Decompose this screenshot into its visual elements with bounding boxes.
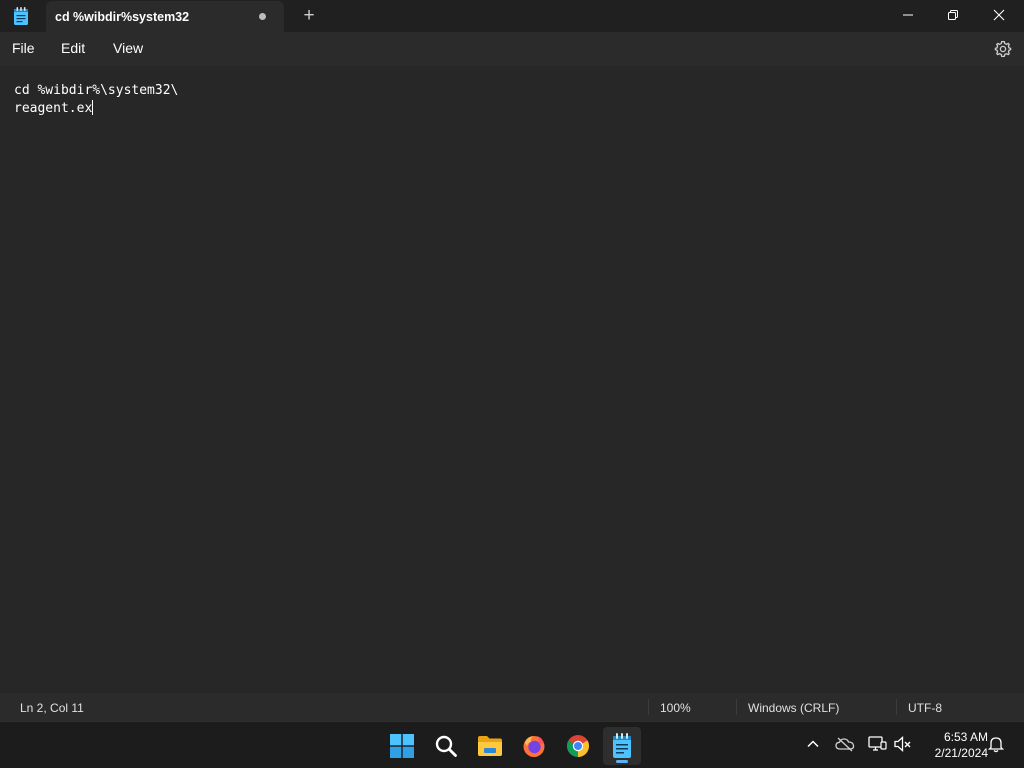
volume-button[interactable] — [893, 734, 913, 754]
status-divider — [736, 699, 737, 715]
line-ending[interactable]: Windows (CRLF) — [748, 701, 839, 715]
chrome-button[interactable] — [559, 727, 597, 765]
notification-bell-icon — [987, 737, 1005, 753]
network-icon — [868, 736, 887, 751]
clock-time: 6:53 AM — [943, 730, 988, 744]
network-button[interactable] — [867, 734, 887, 754]
title-bar: cd %wibdir%system32 + — [0, 0, 1024, 32]
start-button[interactable] — [383, 727, 421, 765]
menu-bar: File Edit View — [0, 32, 1024, 66]
editor-content[interactable]: cd %wibdir%\system32\ reagent.ex — [14, 82, 178, 118]
file-explorer-icon — [478, 736, 502, 756]
text-caret — [92, 100, 94, 115]
tab-title: cd %wibdir%system32 — [55, 10, 190, 24]
zoom-level[interactable]: 100% — [660, 701, 691, 715]
tab-active-document[interactable]: cd %wibdir%system32 — [46, 1, 284, 32]
notifications-button[interactable] — [986, 734, 1006, 754]
taskbar: 6:53 AM 2/21/2024 — [0, 721, 1024, 768]
close-button[interactable] — [976, 0, 1022, 30]
new-tab-button[interactable]: + — [299, 6, 319, 26]
minimize-icon — [903, 14, 913, 16]
settings-button[interactable] — [993, 39, 1013, 59]
onedrive-icon — [835, 737, 855, 752]
onedrive-button[interactable] — [835, 734, 855, 754]
show-hidden-icons-button[interactable] — [803, 734, 823, 754]
file-explorer-button[interactable] — [471, 727, 509, 765]
search-button[interactable] — [427, 727, 465, 765]
gear-icon — [994, 40, 1012, 58]
search-icon — [435, 735, 457, 757]
close-icon — [993, 9, 1005, 21]
notepad-icon — [613, 733, 631, 758]
restore-icon — [948, 10, 958, 20]
status-divider — [896, 699, 897, 715]
status-bar: Ln 2, Col 11 100% Windows (CRLF) UTF-8 — [0, 693, 1024, 721]
clock-date: 2/21/2024 — [934, 746, 988, 760]
restore-button[interactable] — [930, 0, 976, 30]
firefox-button[interactable] — [515, 727, 553, 765]
chevron-up-icon — [807, 740, 819, 748]
menu-file[interactable]: File — [12, 40, 35, 56]
editor-line-1: cd %wibdir%\system32\ — [14, 83, 179, 98]
clock[interactable]: 6:53 AM 2/21/2024 — [918, 729, 988, 761]
unsaved-dot-icon[interactable] — [259, 13, 266, 20]
encoding[interactable]: UTF-8 — [908, 701, 942, 715]
menu-edit[interactable]: Edit — [61, 40, 85, 56]
text-editor[interactable]: cd %wibdir%\system32\ reagent.ex — [0, 66, 1024, 693]
notepad-icon — [13, 7, 29, 25]
notepad-taskbar-button[interactable] — [603, 727, 641, 765]
minimize-button[interactable] — [885, 0, 931, 30]
firefox-icon — [523, 736, 545, 757]
start-icon — [390, 734, 414, 758]
status-divider — [648, 699, 649, 715]
active-app-indicator — [616, 760, 628, 763]
cursor-position: Ln 2, Col 11 — [20, 701, 84, 715]
volume-muted-icon — [894, 736, 911, 752]
menu-view[interactable]: View — [113, 40, 143, 56]
chrome-icon — [567, 735, 589, 757]
editor-line-2: reagent.ex — [14, 101, 93, 116]
